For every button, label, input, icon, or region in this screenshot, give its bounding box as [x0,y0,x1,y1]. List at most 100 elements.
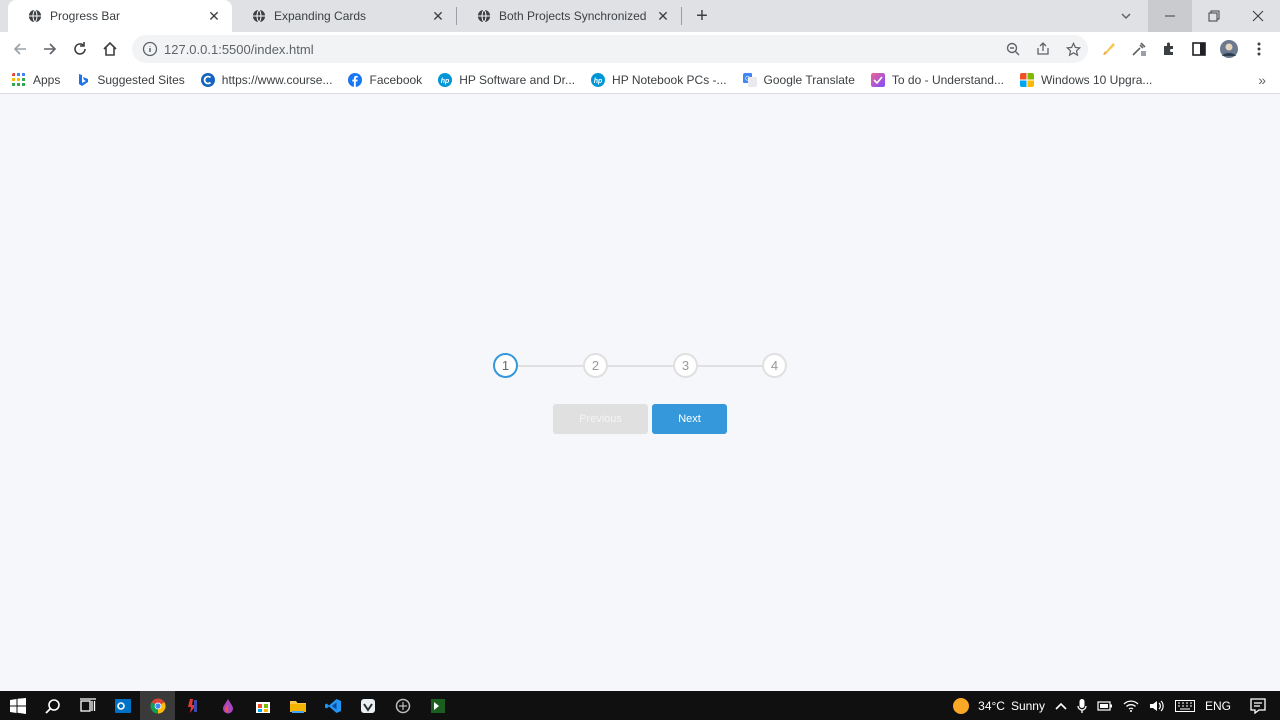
previous-button[interactable]: Previous [553,404,648,434]
outlook-icon[interactable] [105,691,140,720]
extensions-area [1094,34,1274,64]
bing-icon [79,73,89,86]
app-shield-icon[interactable] [350,691,385,720]
bookmark-suggested-sites[interactable]: Suggested Sites [76,72,185,87]
bookmark-label: Suggested Sites [97,72,185,87]
tab-title: Progress Bar [50,9,121,23]
bookmark-label: Facebook [369,72,423,87]
bookmark-todo[interactable]: To do - Understand... [870,72,1004,87]
globe-icon [28,9,42,23]
bookmark-label: To do - Understand... [891,72,1004,87]
extension-eyedropper-icon[interactable] [1124,34,1154,64]
close-icon[interactable]: ✕ [206,8,222,24]
course-c-icon [200,72,215,87]
bookmark-label: HP Software and Dr... [459,72,576,87]
restore-button[interactable] [1192,0,1236,32]
extension-highlighter-icon[interactable] [1094,34,1124,64]
close-icon[interactable]: ✕ [655,8,671,24]
tab-title: Both Projects Synchronized [499,9,647,23]
sun-icon [953,697,970,714]
info-icon[interactable] [142,41,158,57]
start-button[interactable] [0,691,35,720]
progress-track [506,365,774,367]
bookmark-windows-10[interactable]: Windows 10 Upgra... [1019,72,1153,87]
puzzle-icon[interactable] [1154,34,1184,64]
step-circle-4: 4 [762,353,787,378]
bookmark-label: Windows 10 Upgra... [1040,72,1153,87]
bookmark-google-translate[interactable]: G Google Translate [742,72,855,87]
menu-kebab-icon[interactable] [1244,34,1274,64]
bookmark-hp-software[interactable]: hp HP Software and Dr... [438,72,576,87]
search-icon[interactable] [35,691,70,720]
task-view-icon[interactable] [70,691,105,720]
window-close-button[interactable] [1236,0,1280,32]
facebook-icon [348,72,363,87]
page-content: 1 2 3 4 Previous Next [0,95,1280,691]
todo-icon [870,72,885,87]
svg-text:G: G [745,76,750,82]
app-circle-icon[interactable] [385,691,420,720]
wifi-icon[interactable] [1123,699,1139,713]
vscode-icon[interactable] [315,691,350,720]
forward-icon[interactable] [35,34,65,64]
bookmark-star-icon[interactable] [1058,35,1088,63]
tab-separator [681,7,682,25]
bookmark-hp-notebook[interactable]: hp HP Notebook PCs -... [591,72,727,87]
bookmark-apps[interactable]: Apps [12,72,61,87]
store-icon[interactable] [245,691,280,720]
globe-icon [252,9,266,23]
battery-icon[interactable] [1097,700,1113,712]
tab-strip: Progress Bar ✕ Expanding Cards ✕ Both Pr… [0,0,1280,32]
file-explorer-icon[interactable] [280,691,315,720]
back-icon[interactable] [5,34,35,64]
app-red-icon[interactable] [175,691,210,720]
tab-search-icon[interactable] [1112,0,1140,32]
globe-icon [477,9,491,23]
bookmark-course[interactable]: https://www.course... [200,72,333,87]
hp-icon: hp [591,72,606,87]
chevron-up-icon[interactable] [1055,701,1067,711]
tab-title: Expanding Cards [274,9,367,23]
svg-text:hp: hp [441,78,450,85]
paint-drop-icon[interactable] [210,691,245,720]
bookmarks-overflow-icon[interactable]: » [1258,72,1266,88]
home-icon[interactable] [95,34,125,64]
zoom-icon[interactable] [998,35,1028,63]
keyboard-icon[interactable] [1174,699,1195,712]
step-circle-1: 1 [493,353,518,378]
windows-icon [1019,72,1034,87]
bookmark-label: https://www.course... [221,72,333,87]
chrome-icon[interactable] [140,691,175,720]
share-icon[interactable] [1028,35,1058,63]
terminal-icon[interactable] [420,691,455,720]
apps-grid-icon [12,72,25,86]
weather-desc: Sunny [1010,698,1045,713]
google-translate-icon: G [742,72,757,87]
tab-progress-bar[interactable]: Progress Bar ✕ [8,0,232,32]
language-indicator[interactable]: ENG [1205,699,1231,713]
tab-expanding-cards[interactable]: Expanding Cards ✕ [232,0,456,32]
step-circle-2: 2 [583,353,608,378]
progress-container: 1 2 3 4 [493,353,787,379]
window-controls [1148,0,1280,32]
next-button[interactable]: Next [652,404,727,434]
system-tray: 34°C Sunny ENG [947,691,1280,720]
side-panel-icon[interactable] [1184,34,1214,64]
step-circle-3: 3 [673,353,698,378]
svg-text:hp: hp [594,78,603,85]
notification-icon[interactable] [1250,697,1266,714]
bookmark-facebook[interactable]: Facebook [348,72,423,87]
weather-widget[interactable]: 34°C Sunny [952,697,1045,715]
bookmark-label: Apps [33,72,61,87]
new-tab-button[interactable]: + [688,0,716,32]
volume-icon[interactable] [1149,699,1165,713]
close-icon[interactable]: ✕ [430,8,446,24]
avatar[interactable] [1214,34,1244,64]
reload-icon[interactable] [65,34,95,64]
bookmarks-bar: Apps Suggested Sites https://www.course.… [0,66,1280,94]
address-bar[interactable]: 127.0.0.1:5500/index.html [132,35,1088,63]
tab-both-projects[interactable]: Both Projects Synchronized ✕ [457,0,681,32]
minimize-button[interactable] [1148,0,1192,32]
windows-taskbar: 34°C Sunny ENG [0,691,1280,720]
microphone-icon[interactable] [1077,698,1087,714]
